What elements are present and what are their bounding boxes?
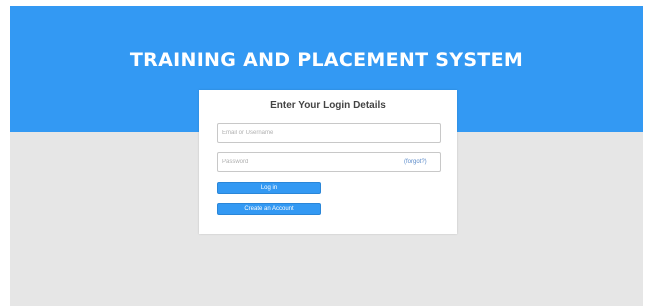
email-username-input[interactable] <box>217 123 441 143</box>
login-heading: Enter Your Login Details <box>270 100 386 111</box>
forgot-password-link[interactable]: (forgot?) <box>404 159 427 165</box>
page-title: TRAINING AND PLACEMENT SYSTEM <box>129 49 524 71</box>
login-button[interactable]: Log in <box>217 182 321 194</box>
login-card: Enter Your Login Details (forgot?) Log i… <box>199 90 457 234</box>
create-account-button[interactable]: Create an Account <box>217 203 321 215</box>
page-screen: TRAINING AND PLACEMENT SYSTEM Enter Your… <box>10 6 643 306</box>
